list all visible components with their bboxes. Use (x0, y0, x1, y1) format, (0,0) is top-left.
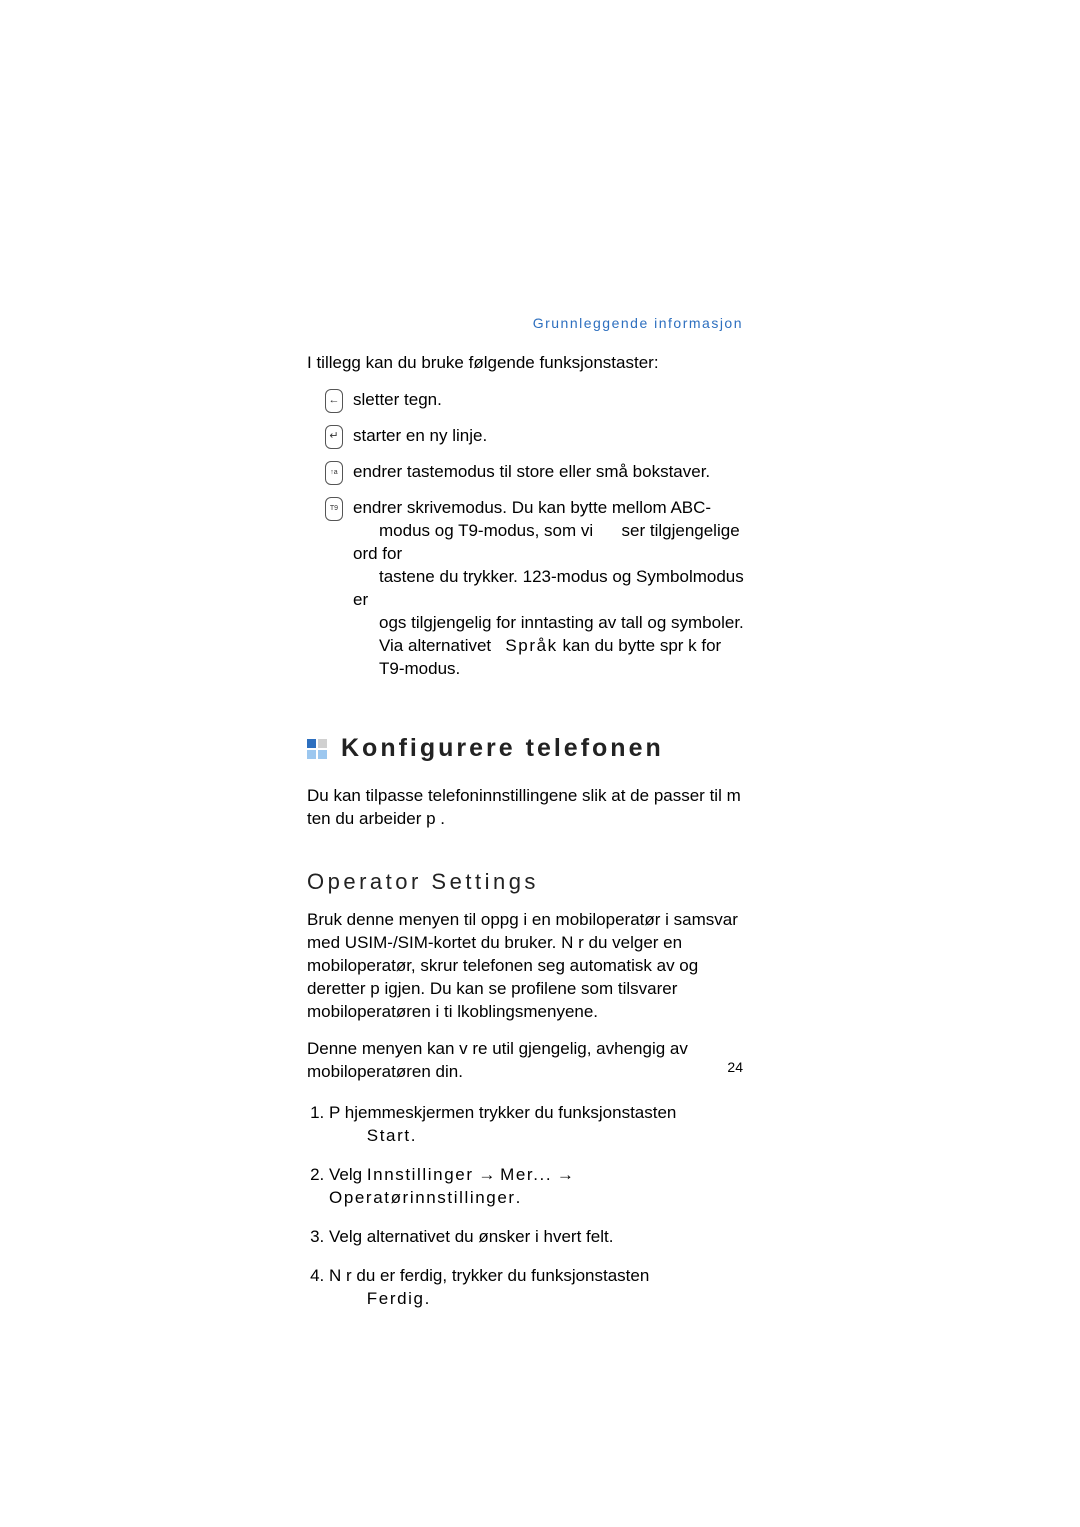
menu-operatorinnstillinger: Operatørinnstillinger (329, 1188, 516, 1207)
menu-option-sprak: Språk (505, 636, 557, 655)
steps-list: P hjemmeskjermen trykker du funksjonstas… (307, 1102, 750, 1311)
step-4: N r du er ferdig, trykker du funksjonsta… (329, 1265, 750, 1311)
key-row-case: ↑a endrer tastemodus til store eller små… (325, 461, 750, 485)
paragraph: Denne menyen kan v re util gjengelig, av… (307, 1038, 750, 1084)
key-row-newline: ↵ starter en ny linje. (325, 425, 750, 449)
line: Via alternativet Språk kan du bytte spr … (353, 636, 721, 655)
key-row-mode: T9 endrer skrivemodus. Du kan bytte mell… (325, 497, 750, 681)
case-key-icon: ↑a (325, 461, 343, 485)
section-heading: Konfigurere telefonen (307, 734, 750, 763)
frag: P hjemmeskjermen trykker du funksjonstas… (329, 1103, 676, 1122)
line: tastene du trykker. 123-modus og Symbolm… (353, 567, 744, 609)
line: endrer skrivemodus. Du kan bytte mellom … (353, 498, 711, 517)
frag: . (411, 1126, 416, 1145)
key-text: endrer tastemodus til store eller små bo… (353, 461, 750, 484)
frag: ogs (379, 613, 406, 632)
frag: Velg (329, 1165, 367, 1184)
key-text: starter en ny linje. (353, 425, 750, 448)
frag: N r du er ferdig, trykker du funksjonsta… (329, 1266, 649, 1285)
softkey-start: Start (367, 1126, 411, 1145)
enter-key-icon: ↵ (325, 425, 343, 449)
section-title: Konfigurere telefonen (341, 734, 664, 763)
menu-innstillinger: Innstillinger (367, 1165, 474, 1184)
section-paragraph: Du kan tilpasse telefoninnstillingene sl… (307, 785, 750, 831)
subsection-heading: Operator Settings (307, 869, 750, 895)
frag: modus og T9-modus, som vi (379, 521, 593, 540)
menu-mer: Mer... (500, 1165, 552, 1184)
section-bullet-icon (307, 739, 327, 759)
line: modus og T9-modus, som vi ser tilgjengel… (353, 521, 740, 563)
t9-key-icon: T9 (325, 497, 343, 521)
arrow-icon: → (552, 1165, 574, 1184)
key-list: ← sletter tegn. ↵ starter en ny linje. ↑… (307, 389, 750, 681)
line: T9-modus. (353, 659, 460, 678)
paragraph: Bruk denne menyen til oppg i en mobilope… (307, 909, 750, 1024)
page: Grunnleggende informasjon I tillegg kan … (0, 0, 1080, 1527)
running-header: Grunnleggende informasjon (533, 315, 743, 331)
frag: . (425, 1289, 430, 1308)
delete-key-icon: ← (325, 389, 343, 413)
frag: Via alternativet (379, 636, 496, 655)
intro-text: I tillegg kan du bruke følgende funksjon… (307, 352, 750, 375)
step-1: P hjemmeskjermen trykker du funksjonstas… (329, 1102, 750, 1148)
key-row-delete: ← sletter tegn. (325, 389, 750, 413)
step-3: Velg alternativet du ønsker i hvert felt… (329, 1226, 750, 1249)
frag: kan du bytte spr k for (558, 636, 721, 655)
step-2: Velg Innstillinger → Mer... → Operatørin… (329, 1164, 750, 1210)
page-number: 24 (727, 1059, 743, 1075)
softkey-ferdig: Ferdig (367, 1289, 425, 1308)
frag: . (516, 1188, 521, 1207)
key-text: endrer skrivemodus. Du kan bytte mellom … (353, 497, 750, 681)
arrow-icon: → (474, 1165, 500, 1184)
frag: tilgjengelig for inntasting av tall og s… (406, 613, 743, 632)
line: ogs tilgjengelig for inntasting av tall … (353, 613, 744, 632)
key-text: sletter tegn. (353, 389, 750, 412)
